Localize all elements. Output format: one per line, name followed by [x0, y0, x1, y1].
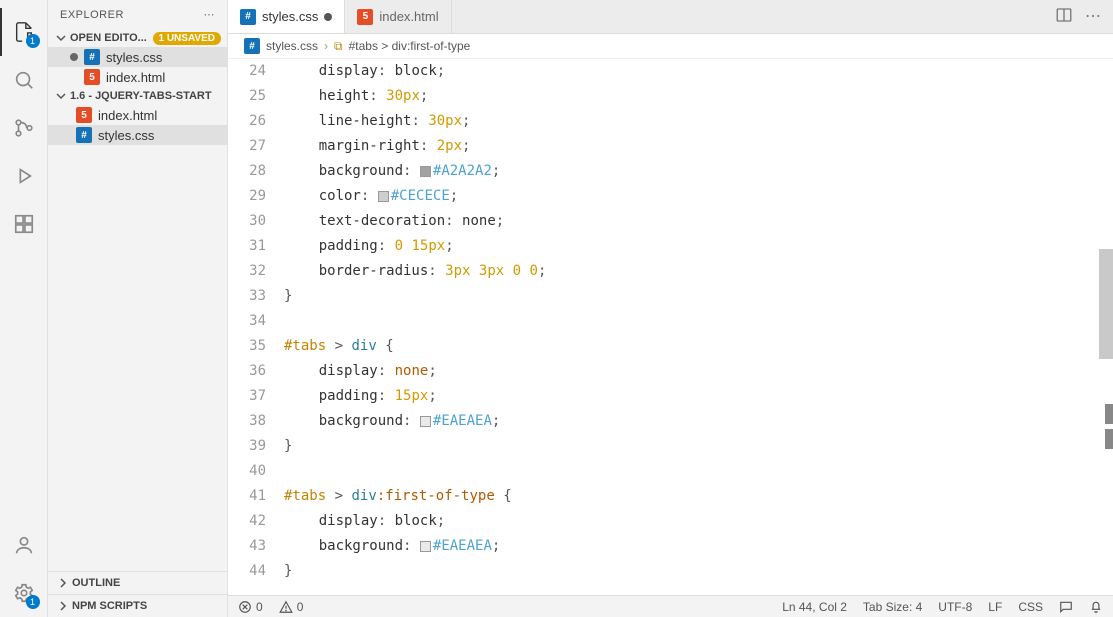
explorer-badge: 1: [26, 34, 40, 48]
file-name: styles.css: [98, 128, 154, 143]
code-line[interactable]: background: #EAEAEA;: [284, 409, 1113, 434]
scrollbar[interactable]: [1097, 59, 1113, 595]
code-line[interactable]: [284, 459, 1113, 484]
unsaved-badge: 1 UNSAVED: [153, 32, 222, 45]
code-line[interactable]: margin-right: 2px;: [284, 134, 1113, 159]
file-name: index.html: [98, 108, 157, 123]
project-file-item[interactable]: # styles.css: [48, 125, 227, 145]
code-line[interactable]: display: none;: [284, 359, 1113, 384]
sidebar-title: EXPLORER: [60, 9, 124, 21]
code-line[interactable]: padding: 15px;: [284, 384, 1113, 409]
code-line[interactable]: line-height: 30px;: [284, 109, 1113, 134]
editor-tab[interactable]: # styles.css: [228, 0, 345, 33]
breadcrumb-file: styles.css: [266, 39, 318, 53]
code-line[interactable]: #tabs > div {: [284, 334, 1113, 359]
css-file-icon: #: [76, 127, 92, 143]
html-file-icon: 5: [84, 69, 100, 85]
editor-tab[interactable]: 5 index.html: [345, 0, 451, 33]
bell-icon[interactable]: [1089, 600, 1103, 614]
breadcrumb-symbol: #tabs > div:first-of-type: [349, 39, 471, 53]
open-editors-list: # styles.css 5 index.html: [48, 47, 227, 87]
status-lncol[interactable]: Ln 44, Col 2: [782, 600, 847, 614]
tab-actions: ⋯: [1055, 6, 1113, 27]
css-file-icon: #: [240, 9, 256, 25]
status-errors[interactable]: 0: [238, 600, 263, 614]
chevron-right-icon: [56, 576, 70, 590]
code-line[interactable]: height: 30px;: [284, 84, 1113, 109]
more-icon[interactable]: ⋯: [204, 8, 216, 21]
explorer-icon[interactable]: 1: [0, 8, 48, 56]
open-editor-item[interactable]: # styles.css: [48, 47, 227, 67]
split-editor-icon[interactable]: [1055, 6, 1073, 27]
open-editor-item[interactable]: 5 index.html: [48, 67, 227, 87]
chevron-right-icon: [56, 599, 70, 613]
breadcrumb-sep: ›: [324, 39, 328, 53]
code-area[interactable]: display: block; height: 30px; line-heigh…: [284, 59, 1113, 595]
code-line[interactable]: border-radius: 3px 3px 0 0;: [284, 259, 1113, 284]
line-numbers: 2425262728293031323334353637383940414243…: [228, 59, 284, 595]
file-name: index.html: [106, 70, 165, 85]
code-line[interactable]: }: [284, 559, 1113, 584]
css-file-icon: #: [244, 38, 260, 54]
html-file-icon: 5: [76, 107, 92, 123]
modified-dot: [324, 13, 332, 21]
settings-badge: 1: [26, 595, 40, 609]
status-tabsize[interactable]: Tab Size: 4: [863, 600, 922, 614]
status-lang[interactable]: CSS: [1018, 600, 1043, 614]
outline-label: OUTLINE: [72, 577, 120, 589]
debug-icon[interactable]: [0, 152, 48, 200]
code-line[interactable]: display: block;: [284, 509, 1113, 534]
tab-bar: # styles.css 5 index.html ⋯: [228, 0, 1113, 34]
file-name: styles.css: [106, 50, 162, 65]
scroll-thumb[interactable]: [1099, 249, 1113, 359]
tab-label: styles.css: [262, 9, 318, 24]
html-file-icon: 5: [357, 9, 373, 25]
main: # styles.css 5 index.html ⋯ # styles.css…: [228, 0, 1113, 617]
code-line[interactable]: background: #A2A2A2;: [284, 159, 1113, 184]
overview-ruler-knob[interactable]: [1105, 404, 1113, 424]
settings-icon[interactable]: 1: [0, 569, 48, 617]
editor[interactable]: 2425262728293031323334353637383940414243…: [228, 59, 1113, 595]
search-icon[interactable]: [0, 56, 48, 104]
code-line[interactable]: #tabs > div:first-of-type {: [284, 484, 1113, 509]
code-line[interactable]: }: [284, 284, 1113, 309]
chevron-down-icon: [54, 89, 68, 103]
overview-ruler-knob[interactable]: [1105, 429, 1113, 449]
npm-label: NPM SCRIPTS: [72, 600, 147, 612]
project-header[interactable]: 1.6 - JQUERY-TABS-START: [48, 87, 227, 105]
project-label: 1.6 - JQUERY-TABS-START: [70, 90, 212, 102]
status-encoding[interactable]: UTF-8: [938, 600, 972, 614]
code-line[interactable]: [284, 309, 1113, 334]
css-file-icon: #: [84, 49, 100, 65]
chevron-down-icon: [54, 31, 68, 45]
feedback-icon[interactable]: [1059, 600, 1073, 614]
code-line[interactable]: }: [284, 434, 1113, 459]
open-editors-label: OPEN EDITO...: [70, 32, 147, 44]
code-line[interactable]: padding: 0 15px;: [284, 234, 1113, 259]
open-editors-header[interactable]: OPEN EDITO... 1 UNSAVED: [48, 29, 227, 47]
modified-dot: [70, 53, 78, 61]
project-list: 5 index.html# styles.css: [48, 105, 227, 145]
project-file-item[interactable]: 5 index.html: [48, 105, 227, 125]
code-line[interactable]: color: #CECECE;: [284, 184, 1113, 209]
outline-section[interactable]: OUTLINE: [48, 571, 227, 594]
sidebar: EXPLORER ⋯ OPEN EDITO... 1 UNSAVED # sty…: [48, 0, 228, 617]
breadcrumb-symbol-icon: ⧉: [334, 39, 343, 54]
status-warnings[interactable]: 0: [279, 600, 304, 614]
activity-bar: 1 1: [0, 0, 48, 617]
status-bar: 0 0 Ln 44, Col 2 Tab Size: 4 UTF-8 LF CS…: [228, 595, 1113, 617]
tab-label: index.html: [379, 9, 438, 24]
more-actions-icon[interactable]: ⋯: [1085, 6, 1101, 27]
status-eol[interactable]: LF: [988, 600, 1002, 614]
code-line[interactable]: text-decoration: none;: [284, 209, 1113, 234]
extensions-icon[interactable]: [0, 200, 48, 248]
code-line[interactable]: background: #EAEAEA;: [284, 534, 1113, 559]
npm-section[interactable]: NPM SCRIPTS: [48, 594, 227, 617]
breadcrumb[interactable]: # styles.css › ⧉ #tabs > div:first-of-ty…: [228, 34, 1113, 59]
sidebar-title-row: EXPLORER ⋯: [48, 0, 227, 29]
accounts-icon[interactable]: [0, 521, 48, 569]
code-line[interactable]: display: block;: [284, 59, 1113, 84]
source-control-icon[interactable]: [0, 104, 48, 152]
